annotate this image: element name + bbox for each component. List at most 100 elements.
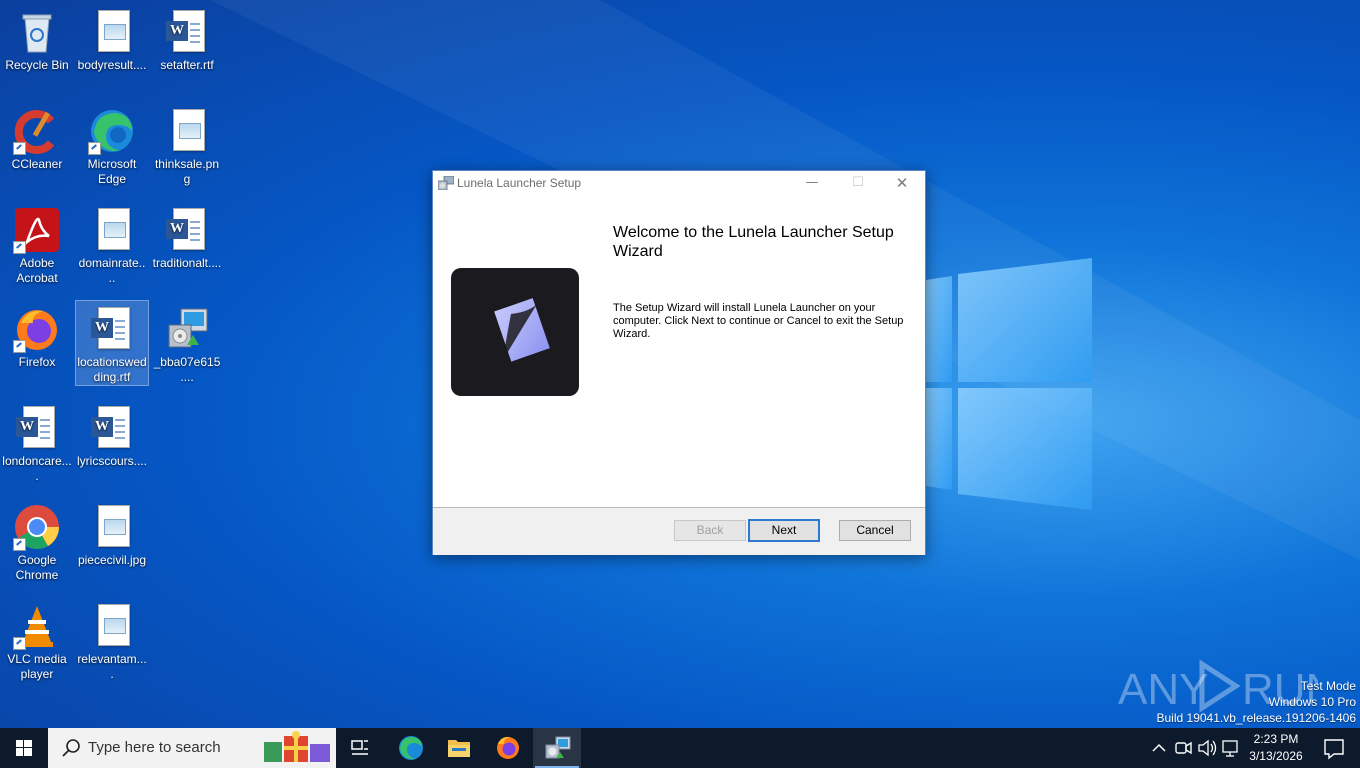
next-button[interactable]: Next	[748, 519, 820, 542]
image-file-icon	[88, 503, 136, 551]
desktop-icon-ccleaner[interactable]: CCleaner	[1, 103, 73, 185]
desktop-icon-bba07e615[interactable]: _bba07e615....	[151, 301, 223, 384]
installer-icon	[438, 176, 454, 190]
image-file-icon	[88, 8, 136, 56]
image-file-icon	[163, 107, 211, 155]
desktop: Recycle Bin CCleaner Adobe Acrobat Firef…	[0, 0, 1360, 728]
firefox-icon	[497, 736, 519, 759]
word-document-icon: W	[13, 404, 61, 452]
tray-network[interactable]	[1220, 728, 1242, 768]
cancel-button[interactable]: Cancel	[839, 520, 911, 541]
desktop-icon-label: Google Chrome	[15, 553, 59, 582]
speaker-icon	[1198, 739, 1217, 757]
shortcut-arrow-icon	[13, 340, 26, 353]
desktop-icon-locationswedding[interactable]: W locationswedding.rtf	[75, 300, 149, 386]
desktop-icon-label: domainrate....	[78, 256, 146, 285]
desktop-icon-firefox[interactable]: Firefox	[1, 301, 73, 383]
firefox-icon	[13, 305, 61, 353]
maximize-button: ☐	[852, 175, 864, 190]
ccleaner-icon	[13, 107, 61, 155]
windows-start-icon	[16, 740, 32, 756]
search-icon	[62, 739, 80, 757]
image-file-icon	[88, 602, 136, 650]
shortcut-arrow-icon	[13, 637, 26, 650]
desktop-icon-label: VLC media player	[7, 652, 67, 681]
taskbar-lunela-setup[interactable]	[533, 728, 581, 768]
taskbar: Type here to search 2:23 PM 3/13/2026	[0, 728, 1360, 768]
search-placeholder: Type here to search	[88, 739, 221, 756]
desktop-icon-label: Adobe Acrobat	[16, 256, 58, 285]
build-info: Test Mode Windows 10 Pro Build 19041.vb_…	[1157, 678, 1357, 726]
minimize-button[interactable]: —	[789, 171, 835, 195]
clock-time: 2:23 PM	[1253, 732, 1299, 746]
camera-icon	[1175, 741, 1192, 755]
tray-volume[interactable]	[1196, 728, 1218, 768]
lunela-logo	[451, 268, 579, 396]
desktop-icon-label: _bba07e615....	[153, 355, 221, 384]
desktop-icon-lyricscours[interactable]: W lyricscours....	[76, 400, 148, 482]
desktop-icon-vlc[interactable]: VLC media player	[1, 598, 73, 681]
desktop-icon-adobe-acrobat[interactable]: Adobe Acrobat	[1, 202, 73, 285]
desktop-icon-microsoft-edge[interactable]: Microsoft Edge	[76, 103, 148, 186]
desktop-icon-label: setafter.rtf	[160, 58, 214, 72]
welcome-description: The Setup Wizard will install Lunela Lau…	[613, 302, 904, 340]
desktop-icon-londoncare[interactable]: W londoncare....	[1, 400, 73, 483]
dialog-title: Lunela Launcher Setup	[457, 176, 582, 190]
desktop-icon-relevantam[interactable]: relevantam....	[76, 598, 148, 681]
close-button[interactable]: ✕	[879, 171, 925, 195]
taskbar-firefox[interactable]	[484, 728, 532, 768]
recycle-bin-icon	[13, 8, 61, 56]
task-view-button[interactable]	[336, 728, 384, 768]
taskbar-file-explorer[interactable]	[435, 728, 483, 768]
desktop-icon-piececivil[interactable]: piececivil.jpg	[76, 499, 148, 581]
desktop-icon-label: relevantam....	[77, 652, 147, 681]
desktop-icon-google-chrome[interactable]: Google Chrome	[1, 499, 73, 582]
adobe-acrobat-icon	[13, 206, 61, 254]
task-view-icon	[351, 740, 368, 755]
word-document-icon: W	[163, 8, 211, 56]
chevron-up-icon	[1152, 743, 1166, 752]
taskbar-search-box[interactable]: Type here to search	[48, 728, 336, 768]
desktop-icon-recycle-bin[interactable]: Recycle Bin	[1, 4, 73, 86]
shortcut-arrow-icon	[13, 538, 26, 551]
taskbar-clock[interactable]: 2:23 PM 3/13/2026	[1240, 731, 1312, 765]
desktop-icon-label: londoncare....	[2, 454, 72, 483]
word-document-icon: W	[163, 206, 211, 254]
search-highlight-gifts-icon	[264, 731, 330, 762]
desktop-icon-thinksale[interactable]: thinksale.png	[151, 103, 223, 186]
desktop-icon-label: thinksale.png	[154, 157, 220, 186]
setup-wizard-dialog: Lunela Launcher Setup — ☐ ✕ Welcome to t…	[432, 170, 926, 555]
desktop-icon-label: piececivil.jpg	[77, 553, 147, 567]
build-text: Build 19041.vb_release.191206-1406	[1156, 711, 1357, 725]
vlc-icon	[13, 602, 61, 650]
installer-icon	[163, 305, 211, 353]
dialog-titlebar[interactable]: Lunela Launcher Setup — ☐ ✕	[433, 171, 925, 195]
word-document-icon: W	[88, 305, 136, 353]
folder-icon	[448, 740, 470, 757]
edge-icon	[88, 107, 136, 155]
desktop-icon-label: traditionalt....	[152, 256, 222, 270]
desktop-icon-setafter[interactable]: W setafter.rtf	[151, 4, 223, 86]
back-button: Back	[674, 520, 746, 541]
desktop-icon-label: lyricscours....	[77, 454, 148, 468]
edge-icon	[399, 736, 423, 760]
shortcut-arrow-icon	[88, 142, 101, 155]
shortcut-arrow-icon	[13, 241, 26, 254]
desktop-icon-label: locationswedding.rtf	[77, 355, 147, 384]
network-icon	[1222, 740, 1238, 757]
action-center-button[interactable]	[1312, 728, 1356, 768]
desktop-icon-label: Recycle Bin	[5, 58, 69, 72]
chrome-icon	[13, 503, 61, 551]
desktop-icon-label: CCleaner	[11, 157, 63, 171]
desktop-icon-label: Firefox	[18, 355, 56, 369]
taskbar-edge[interactable]	[387, 728, 435, 768]
show-hidden-icons-button[interactable]	[1148, 728, 1170, 768]
desktop-icon-bodyresult[interactable]: bodyresult....	[76, 4, 148, 86]
shortcut-arrow-icon	[13, 142, 26, 155]
word-document-icon: W	[88, 404, 136, 452]
clock-date: 3/13/2026	[1249, 749, 1303, 763]
desktop-icon-domainrate[interactable]: domainrate....	[76, 202, 148, 285]
start-button[interactable]	[0, 728, 48, 768]
desktop-icon-traditionalt[interactable]: W traditionalt....	[151, 202, 223, 284]
tray-meet-now[interactable]	[1172, 728, 1194, 768]
